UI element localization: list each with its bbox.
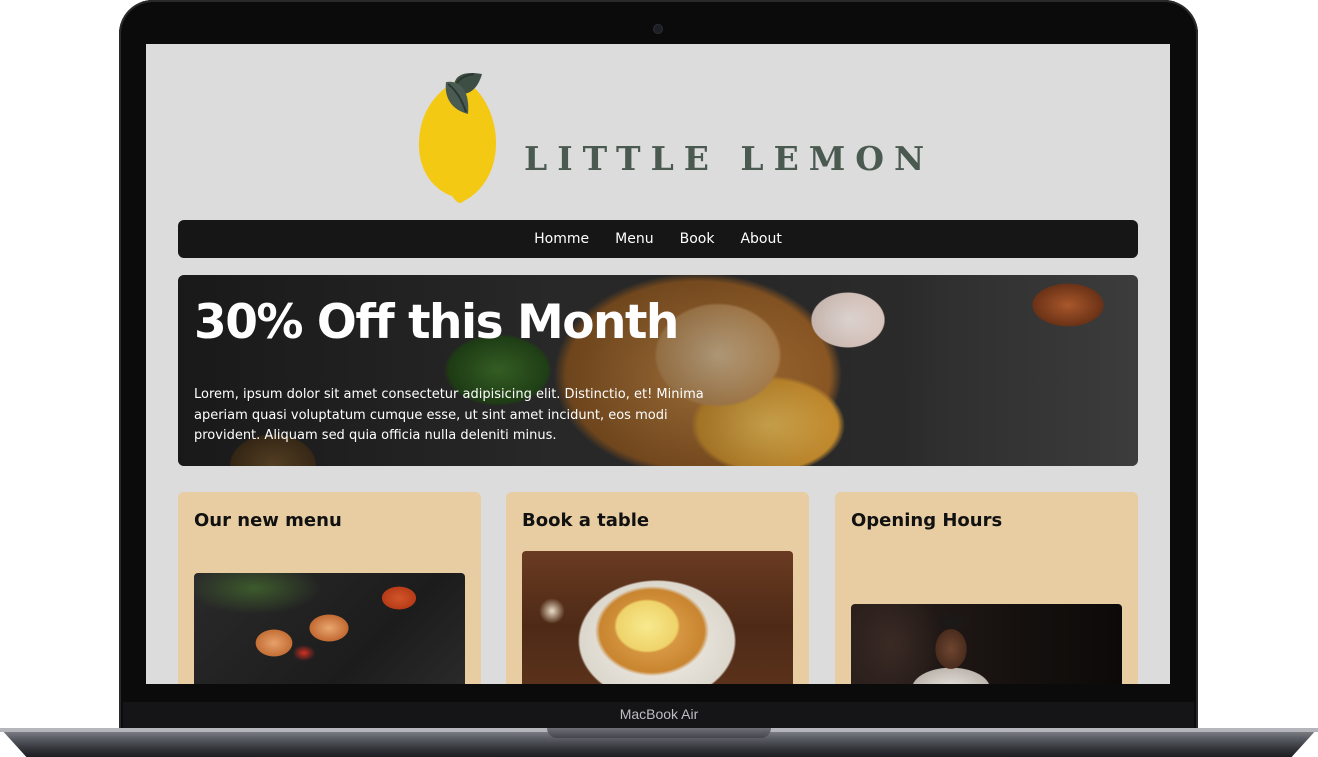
- card-opening-hours[interactable]: Opening Hours: [835, 492, 1138, 684]
- card-title: Book a table: [522, 510, 650, 531]
- nachos-photo: [522, 551, 793, 684]
- hero-title: 30% Off this Month: [194, 295, 679, 350]
- feature-cards: Our new menu Book a table Opening Hours: [178, 492, 1138, 684]
- card-title: Opening Hours: [851, 510, 1003, 531]
- card-new-menu[interactable]: Our new menu: [178, 492, 481, 684]
- nav-link-book[interactable]: Book: [680, 231, 715, 247]
- chef-photo: [851, 604, 1122, 684]
- hero-description: Lorem, ipsum dolor sit amet consectetur …: [194, 387, 704, 443]
- promo-hero-banner: 30% Off this Month Lorem, ipsum dolor si…: [178, 275, 1138, 466]
- site-logo[interactable]: LITTLE LEMON: [416, 68, 924, 203]
- card-title: Our new menu: [194, 510, 342, 531]
- main-nav: Homme Menu Book About: [178, 220, 1138, 258]
- lemon-logo-icon: [418, 72, 497, 203]
- browser-viewport: LITTLE LEMON Homme Menu Book About 30% O…: [146, 44, 1170, 684]
- laptop-hinge-notch: [547, 728, 771, 738]
- nav-link-menu[interactable]: Menu: [615, 231, 653, 247]
- kebab-skewers-photo: [194, 573, 465, 684]
- nav-link-home[interactable]: Homme: [534, 231, 589, 247]
- logo-wordmark: LITTLE LEMON: [524, 139, 935, 178]
- nav-link-about[interactable]: About: [740, 231, 781, 247]
- card-book-table[interactable]: Book a table: [506, 492, 809, 684]
- device-label: MacBook Air: [619, 706, 699, 722]
- camera-icon: [654, 25, 662, 33]
